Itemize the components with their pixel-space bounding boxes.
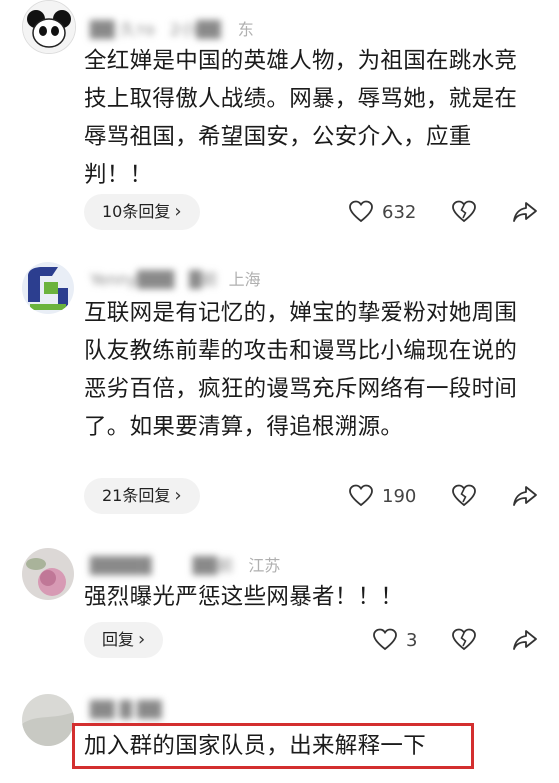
comment-meta: █████ ██前 江苏 <box>90 552 280 576</box>
highlight-box <box>72 723 474 769</box>
like-count: 632 <box>382 201 417 223</box>
location: 东 <box>237 20 254 39</box>
comment-text: 强烈曝光严惩这些网暴者！！！ <box>84 584 404 610</box>
heart-outline-icon <box>373 628 397 651</box>
avatar[interactable] <box>22 694 74 746</box>
dislike-button[interactable] <box>451 478 477 514</box>
dislike-button[interactable] <box>451 194 477 230</box>
broken-heart-icon <box>452 200 476 223</box>
timestamp: 2小██ <box>169 20 221 39</box>
comment-text: 互联网是有记忆的，婵宝的挚爱粉对她周围队友教练前辈的攻击和谩骂比小编现在说的恶劣… <box>84 300 518 440</box>
like-count: 3 <box>406 629 418 651</box>
avatar[interactable] <box>22 548 74 600</box>
share-arrow-icon <box>513 630 537 650</box>
share-button[interactable] <box>512 478 538 514</box>
broken-heart-icon <box>452 628 476 651</box>
share-button[interactable] <box>512 194 538 230</box>
broken-heart-icon <box>452 484 476 507</box>
timestamp: █前 <box>189 270 218 289</box>
like-button[interactable]: 632 <box>348 194 416 230</box>
location: 上海 <box>228 270 261 289</box>
comment-text: 全红婵是中国的英雄人物，为祖国在跳水竞技上取得傲人战绩。网暴，辱骂她，就是在辱骂… <box>84 48 518 188</box>
heart-outline-icon <box>349 484 373 507</box>
avatar-image <box>22 694 74 746</box>
timestamp: ██前 <box>192 556 234 575</box>
avatar[interactable] <box>22 0 76 54</box>
like-button[interactable]: 3 <box>372 622 417 658</box>
username[interactable]: █████ <box>90 556 152 575</box>
username[interactable]: ██ █ ██ <box>90 700 162 719</box>
heart-outline-icon <box>349 200 373 223</box>
like-count: 190 <box>382 485 417 507</box>
dislike-button[interactable] <box>451 622 477 658</box>
share-arrow-icon <box>513 486 537 506</box>
location: 江苏 <box>248 556 281 575</box>
comment-actions: 632 <box>0 194 559 230</box>
avatar-flower-image <box>22 548 74 600</box>
avatar-panda-image <box>23 1 75 53</box>
comment-meta: ██ █ ██ <box>90 700 162 719</box>
comment-meta: Yenny███ █前 上海 <box>90 266 261 290</box>
avatar-logo-image <box>22 262 74 314</box>
share-arrow-icon <box>513 202 537 222</box>
share-button[interactable] <box>512 622 538 658</box>
comment-actions: 3 <box>0 622 559 658</box>
like-button[interactable]: 190 <box>348 478 416 514</box>
avatar[interactable] <box>22 262 74 314</box>
username[interactable]: Yenny███ <box>90 270 174 289</box>
comment-meta: ██ 久ᴛᴏ 2小██ 东 <box>90 16 254 40</box>
comment-actions: 190 <box>0 478 559 514</box>
username[interactable]: ██ 久ᴛᴏ <box>90 20 155 39</box>
